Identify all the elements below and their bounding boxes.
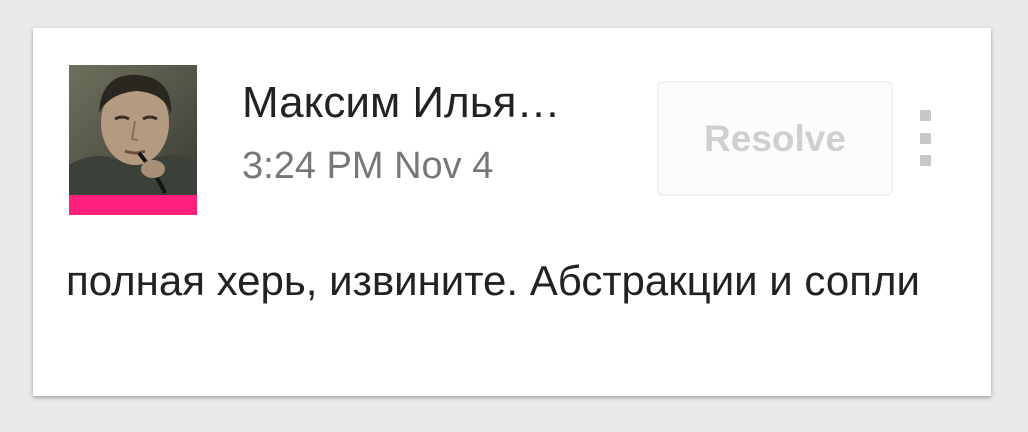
more-icon-dot (919, 110, 931, 121)
avatar (69, 65, 197, 215)
more-icon-dot (919, 155, 931, 166)
author-name: Максим Илья… (242, 78, 561, 127)
avatar-accent-bar (69, 195, 197, 215)
resolve-button[interactable]: Resolve (657, 81, 893, 196)
more-vertical-icon[interactable] (917, 110, 933, 166)
comment-text: полная херь, извините. Абстракции и сопл… (66, 257, 920, 304)
more-icon-dot (919, 132, 931, 144)
comment-card: Максим Илья… 3:24 PM Nov 4 Resolve полна… (33, 28, 991, 396)
comment-timestamp: 3:24 PM Nov 4 (242, 145, 494, 187)
avatar-photo (69, 65, 197, 215)
